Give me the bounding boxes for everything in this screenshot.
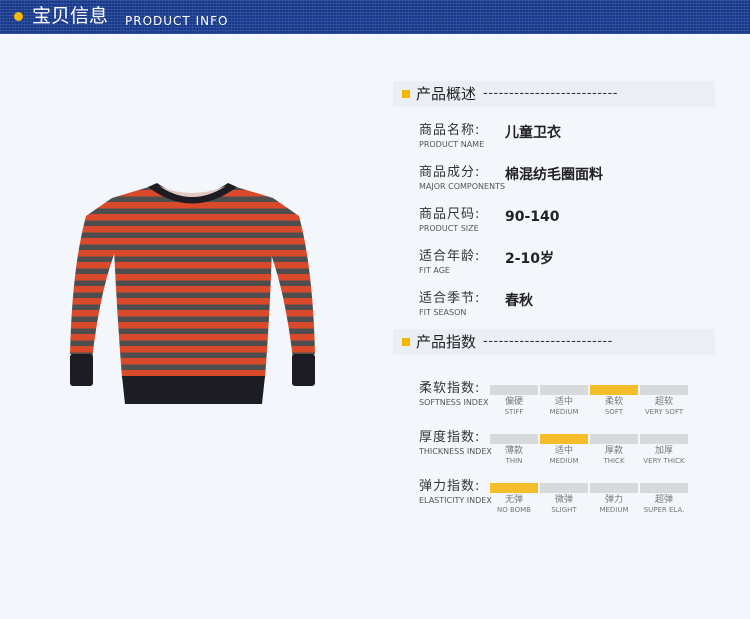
segment-label: 柔软 — [604, 397, 623, 407]
segment-label: 薄款 — [504, 446, 523, 456]
segment-label: 弹力 — [604, 495, 623, 505]
square-bullet-icon — [402, 338, 410, 346]
segment-label: 加厚 — [654, 446, 673, 456]
index-segment — [540, 385, 588, 395]
thickness-index-row: 厚度指数: THICKNESS INDEX 薄款 适中 厚款 加厚 THIN M… — [419, 429, 719, 469]
index-segment — [540, 434, 588, 444]
segment-label: 适中 — [554, 446, 573, 456]
info-value: 90-140 — [505, 209, 560, 225]
info-label: 适合年龄: — [419, 249, 481, 264]
index-segment — [640, 385, 688, 395]
index-segment — [490, 385, 538, 395]
bullet-dot-icon — [14, 12, 23, 21]
info-label: 商品尺码: — [419, 207, 481, 222]
info-value: 2-10岁 — [505, 251, 555, 267]
index-segment — [590, 483, 638, 493]
info-value: 春秋 — [505, 293, 533, 309]
index-title: 产品指数 — [416, 333, 477, 351]
segment-label-en: VERY SOFT — [644, 408, 684, 416]
segment-label-en: SUPER ELA. — [643, 506, 685, 514]
dashed-divider: -------------------------- — [483, 86, 618, 101]
info-label-en: MAJOR COMPONENTS — [419, 182, 506, 191]
info-value: 棉混纺毛圈面料 — [505, 167, 603, 183]
info-label: 商品成分: — [419, 165, 481, 180]
index-label-en: ELASTICITY INDEX — [419, 496, 492, 505]
info-label-en: FIT SEASON — [419, 308, 467, 317]
softness-index-row: 柔软指数: SOFTNESS INDEX 偏硬 适中 柔软 超软 STIFF M… — [419, 380, 719, 420]
segment-label-en: VERY THICK — [643, 457, 685, 465]
square-bullet-icon — [402, 90, 410, 98]
info-row-age: 适合年龄: FIT AGE 2-10岁 — [419, 248, 719, 282]
info-value: 儿童卫衣 — [505, 125, 561, 141]
index-segment — [590, 385, 638, 395]
segment-label: 适中 — [554, 397, 573, 407]
index-label: 柔软指数: — [419, 381, 481, 396]
info-label: 商品名称: — [419, 123, 481, 138]
index-label-en: THICKNESS INDEX — [419, 447, 492, 456]
overview-section-header: 产品概述 -------------------------- — [393, 81, 715, 107]
header-banner: 宝贝信息 PRODUCT INFO — [0, 0, 750, 34]
segment-label: 微弹 — [554, 495, 573, 505]
segment-label: 偏硬 — [504, 397, 523, 407]
index-section-header: 产品指数 ------------------------- — [393, 329, 715, 355]
info-label-en: FIT AGE — [419, 266, 450, 275]
info-row-size: 商品尺码: PRODUCT SIZE 90-140 — [419, 206, 719, 240]
index-segment — [540, 483, 588, 493]
info-row-components: 商品成分: MAJOR COMPONENTS 棉混纺毛圈面料 — [419, 164, 719, 198]
dashed-divider: ------------------------- — [483, 334, 613, 349]
segment-label: 厚款 — [604, 446, 623, 456]
info-label-en: PRODUCT SIZE — [419, 224, 479, 233]
index-label: 弹力指数: — [419, 479, 481, 494]
index-label: 厚度指数: — [419, 430, 481, 445]
index-label-en: SOFTNESS INDEX — [419, 398, 489, 407]
segment-label: 超弹 — [654, 495, 673, 505]
index-segment — [590, 434, 638, 444]
header-subtitle: PRODUCT INFO — [125, 14, 229, 28]
info-row-name: 商品名称: PRODUCT NAME 儿童卫衣 — [419, 122, 719, 156]
info-label-en: PRODUCT NAME — [419, 140, 485, 149]
striped-sweater-image — [70, 183, 315, 404]
index-segment — [490, 434, 538, 444]
overview-title: 产品概述 — [416, 85, 477, 103]
index-segment — [640, 434, 688, 444]
index-segment — [640, 483, 688, 493]
elasticity-index-row: 弹力指数: ELASTICITY INDEX 无弹 微弹 弹力 超弹 NO BO… — [419, 478, 719, 518]
segment-label: 超软 — [654, 397, 673, 407]
header-title: 宝贝信息 — [32, 5, 109, 27]
info-row-season: 适合季节: FIT SEASON 春秋 — [419, 290, 719, 324]
segment-label: 无弹 — [504, 495, 523, 505]
index-segment — [490, 483, 538, 493]
info-label: 适合季节: — [419, 291, 481, 306]
